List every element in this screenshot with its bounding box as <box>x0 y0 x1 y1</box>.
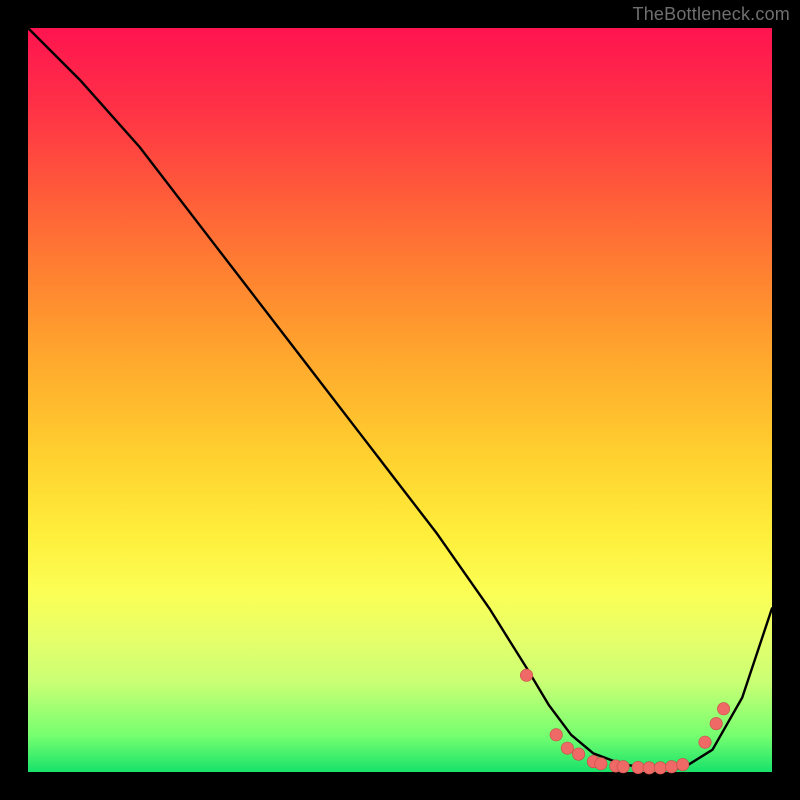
curve-marker-dot <box>654 762 666 774</box>
curve-marker-dot <box>665 761 677 773</box>
bottleneck-curve <box>28 28 772 768</box>
curve-marker-dot <box>561 742 573 754</box>
curve-marker-dot <box>632 761 644 773</box>
curve-marker-dot <box>572 748 584 760</box>
curve-marker-dot <box>520 669 532 681</box>
curve-marker-dot <box>710 717 722 729</box>
curve-marker-dot <box>699 736 711 748</box>
curve-marker-dot <box>617 761 629 773</box>
chart-frame: TheBottleneck.com <box>0 0 800 800</box>
attribution-label: TheBottleneck.com <box>633 4 790 25</box>
curve-layer <box>28 28 772 772</box>
plot-area <box>28 28 772 772</box>
curve-marker-dot <box>643 762 655 774</box>
curve-marker-dot <box>717 703 729 715</box>
curve-marker-dot <box>550 729 562 741</box>
curve-marker-dot <box>595 758 607 770</box>
curve-marker-dot <box>677 758 689 770</box>
